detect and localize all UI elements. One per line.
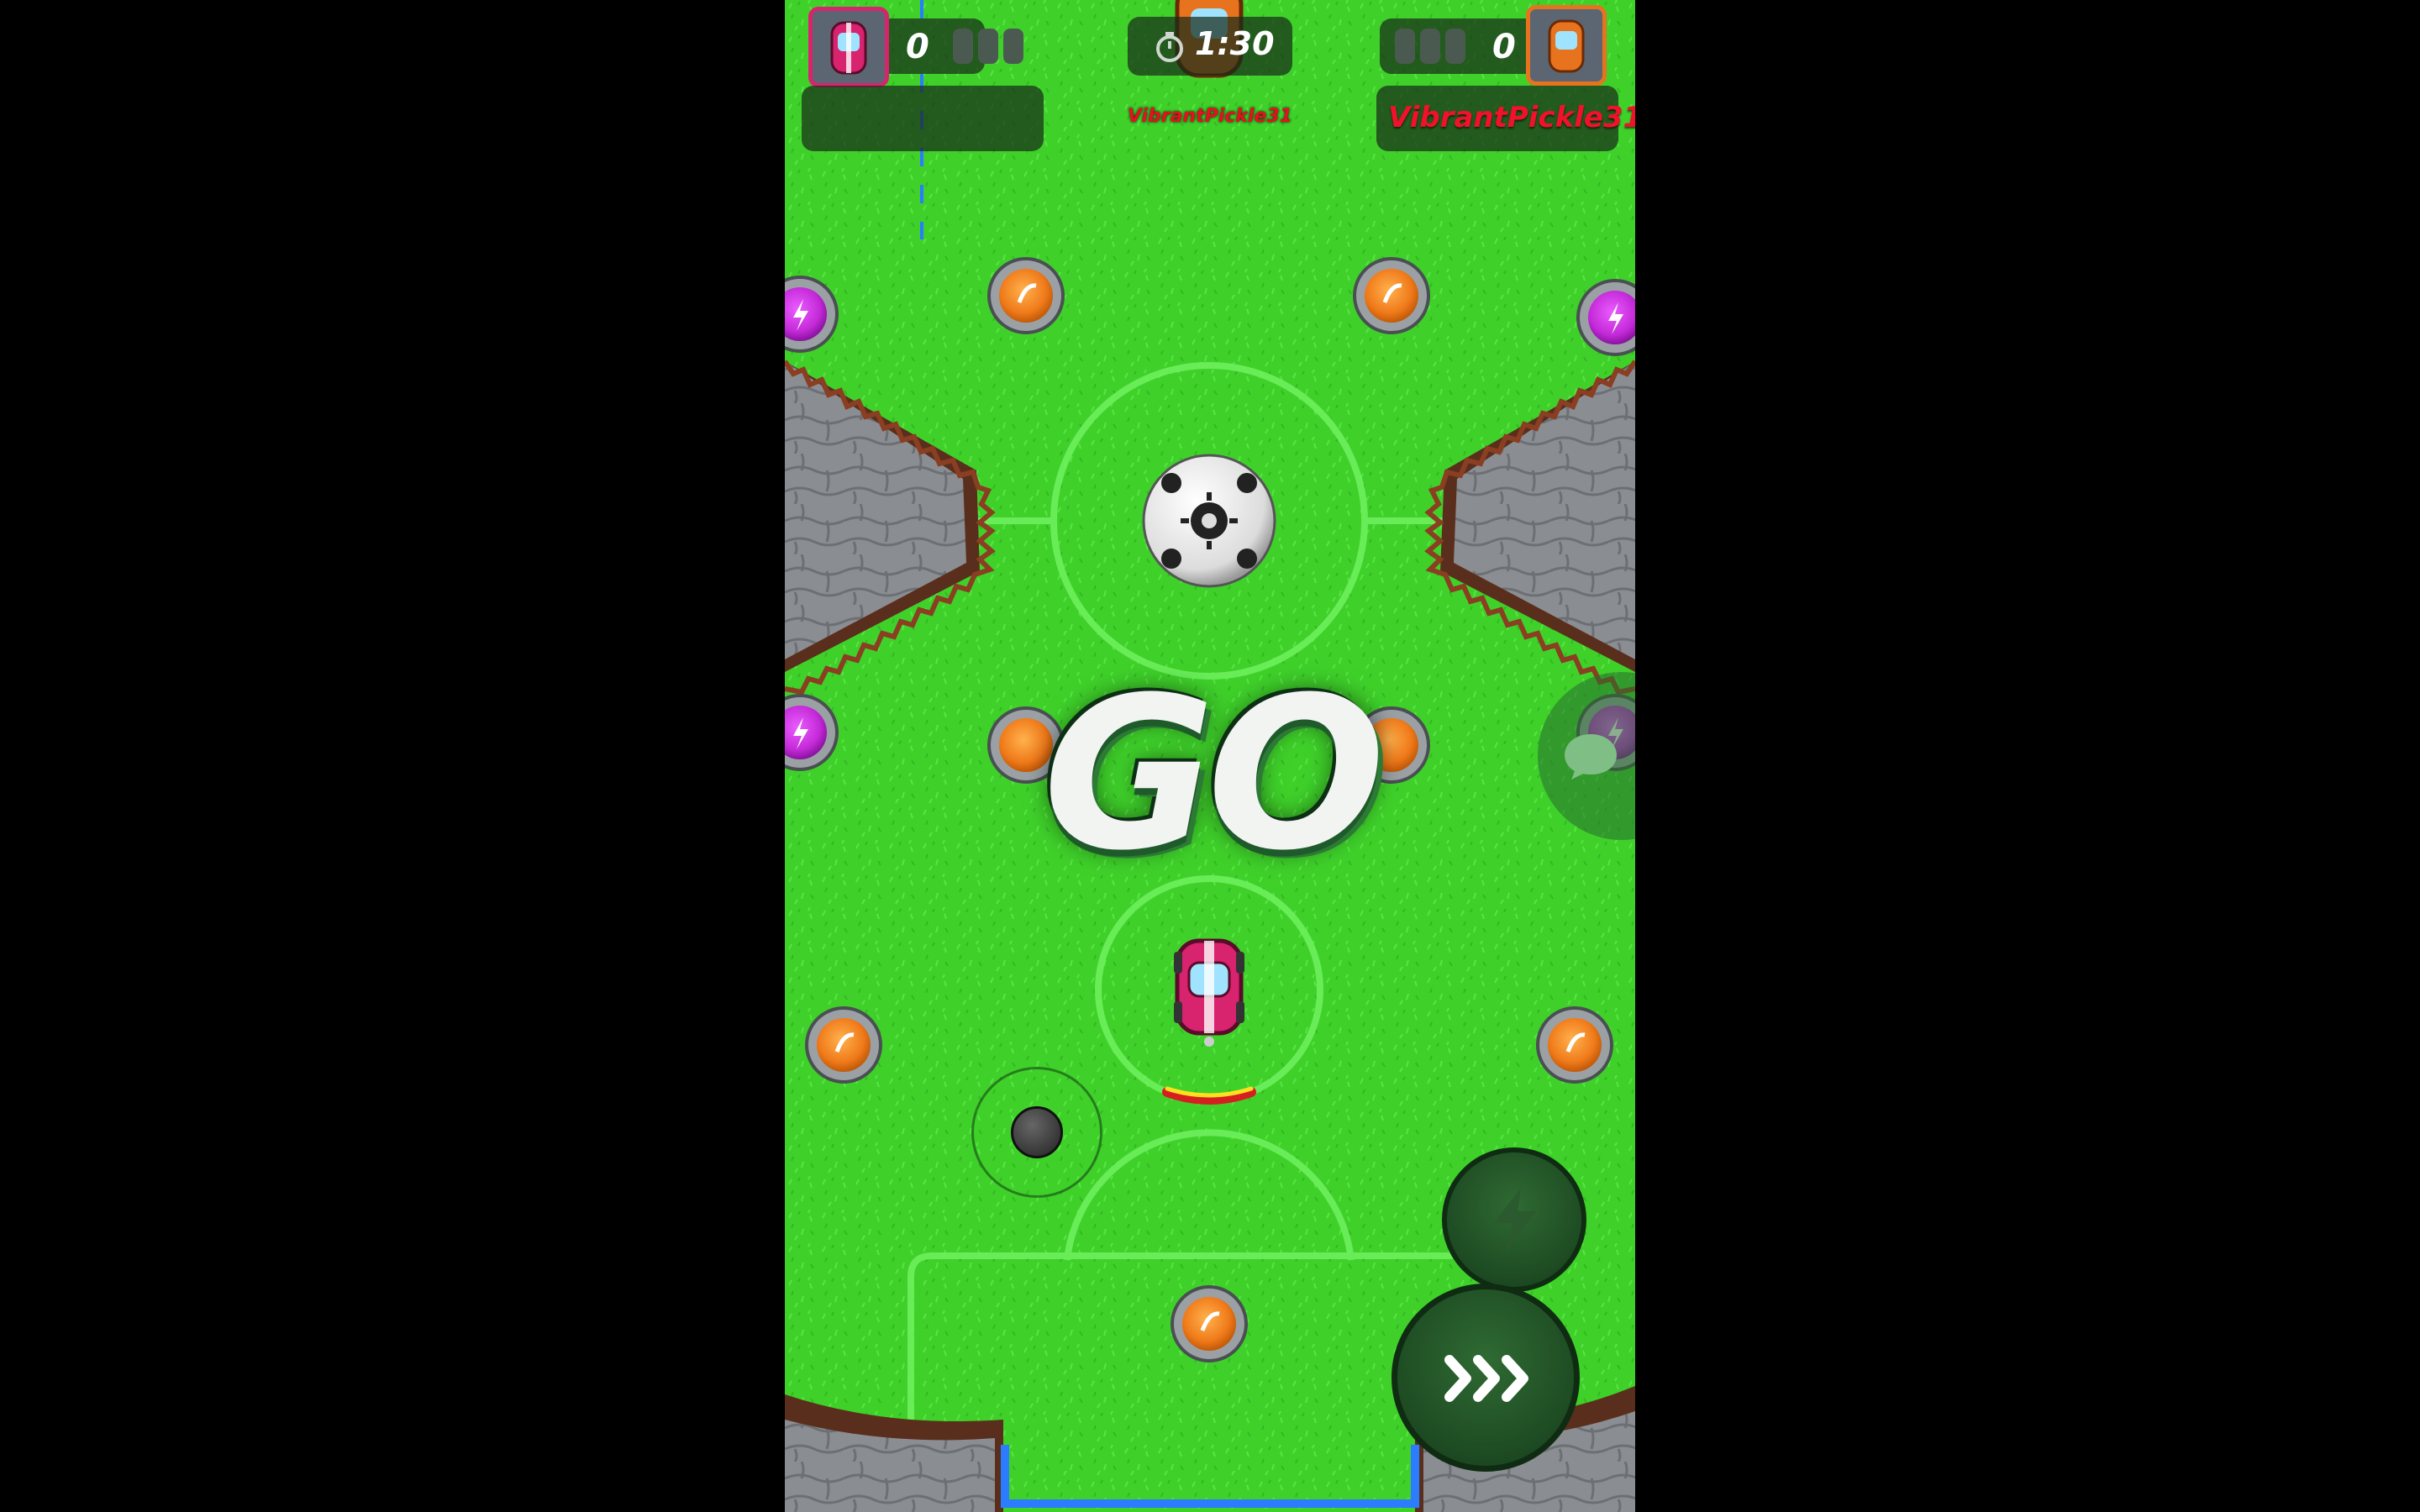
stopwatch-icon (1156, 32, 1183, 62)
triple-chevron-right-icon (1444, 1355, 1528, 1402)
right-pip-1 (1395, 29, 1415, 64)
left-pip-1 (953, 29, 973, 64)
right-player-avatar (1526, 5, 1607, 86)
go-banner: GO (1043, 652, 1386, 896)
joystick-base[interactable] (971, 1067, 1102, 1198)
power-button[interactable] (1442, 1147, 1586, 1292)
boost-button[interactable] (1392, 1284, 1580, 1472)
joystick-icon[interactable] (1011, 1106, 1063, 1158)
left-pip-3 (1003, 29, 1023, 64)
right-name-panel: VibrantPickle31 (1376, 86, 1635, 151)
right-pip-2 (1420, 29, 1440, 64)
match-timer: 1:30 (1195, 25, 1275, 62)
orange-car-icon (1548, 19, 1585, 73)
soccer-ball (1142, 454, 1276, 588)
left-player-avatar (808, 7, 889, 87)
left-pip-2 (978, 29, 998, 64)
right-player-name: VibrantPickle31 (1388, 101, 1635, 134)
pink-car-icon (830, 21, 867, 75)
right-pip-3 (1445, 29, 1465, 64)
left-score: 0 (906, 28, 929, 66)
game-viewport[interactable]: 0 1:30 VibrantPickle31 0 VibrantPickle31… (785, 0, 1635, 1512)
right-score: 0 (1492, 28, 1516, 66)
chat-bubble-icon (1565, 734, 1617, 780)
lightning-icon (1494, 1188, 1536, 1252)
